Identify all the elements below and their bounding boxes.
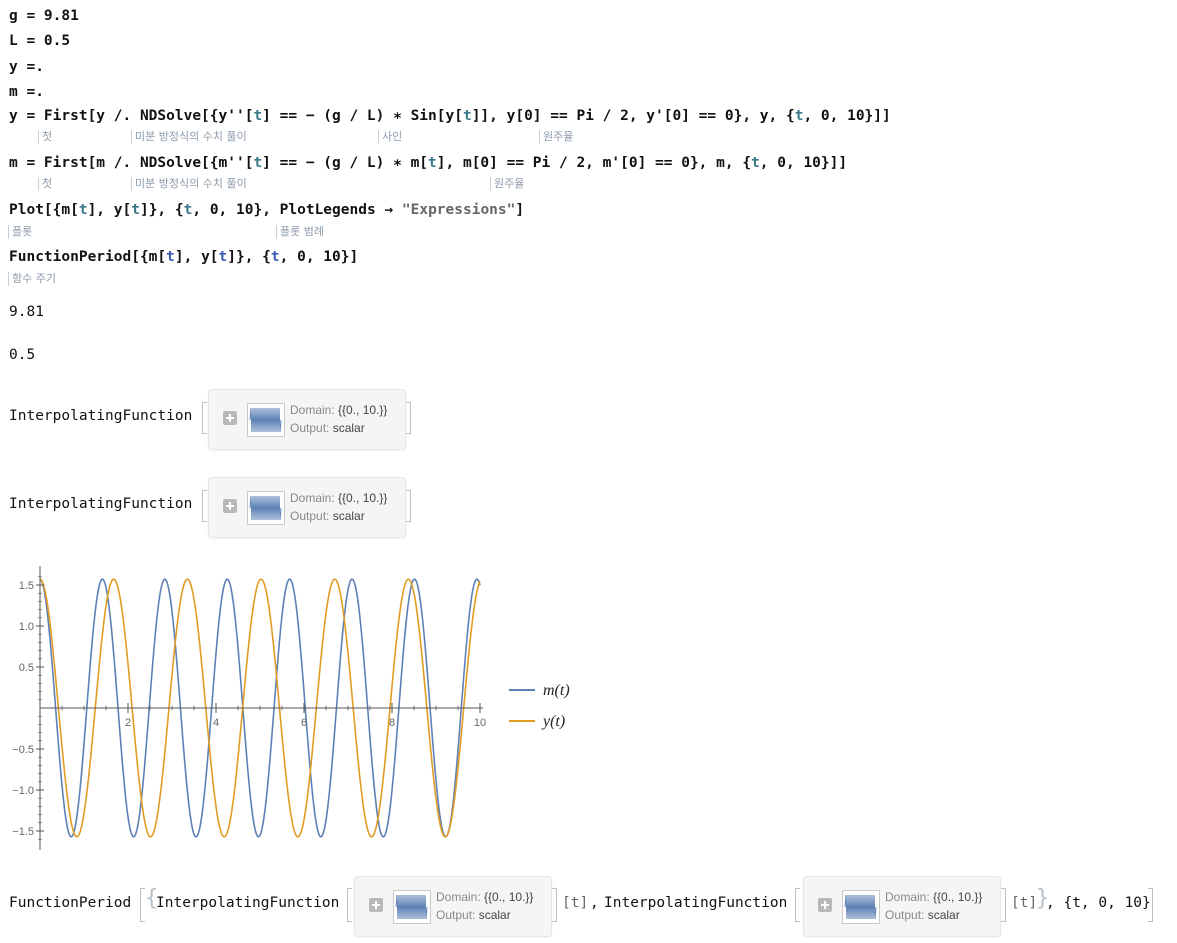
input-ndsolve-y[interactable]: y = First[y /. NDSolve[{y''[t] == − (g /… bbox=[9, 107, 891, 125]
interp-box-2[interactable]: Domain: {{0., 10.}} Output: scalar bbox=[208, 477, 406, 538]
interp-meta-1: Domain: {{0., 10.}} Output: scalar bbox=[290, 403, 388, 435]
interp-box-1[interactable]: Domain: {{0., 10.}} Output: scalar bbox=[208, 389, 406, 450]
bracket-open bbox=[202, 402, 207, 434]
hint-legend: 플롯 범례 bbox=[276, 225, 324, 239]
bracket-close bbox=[406, 402, 411, 434]
x-tick-label: 10 bbox=[474, 717, 486, 729]
hint-first: 첫 bbox=[38, 130, 52, 144]
y-tick-label: 1.0 bbox=[19, 621, 34, 633]
interp-label-2: InterpolatingFunction bbox=[9, 496, 193, 512]
interp-label-1: InterpolatingFunction bbox=[9, 408, 193, 424]
input-function-period[interactable]: FunctionPeriod[{m[t], y[t]}, {t, 0, 10}] bbox=[9, 248, 358, 266]
interp-box-4[interactable]: Domain: {{0., 10.}} Output: scalar bbox=[803, 876, 1001, 937]
interp-box-3[interactable]: Domain: {{0., 10.}} Output: scalar bbox=[354, 876, 552, 937]
expand-icon[interactable] bbox=[818, 898, 832, 912]
hint-ndsolve: 미분 방정식의 수치 풀이 bbox=[131, 130, 247, 144]
expand-icon[interactable] bbox=[223, 499, 237, 513]
bracket-open bbox=[795, 888, 800, 922]
interp-meta-2: Domain: {{0., 10.}} Output: scalar bbox=[290, 491, 388, 523]
hint-fperiod: 함수 주기 bbox=[8, 272, 56, 286]
y-tick-label: −0.5 bbox=[12, 744, 34, 756]
input-L[interactable]: L = 0.5 bbox=[9, 32, 70, 50]
x-tick-label: 6 bbox=[301, 717, 307, 729]
pendulum-plot[interactable]: 2 4 6 8 10 1.5 1.0 0.5 −0.5 −1.0 −1.5 m(t) y(t) bbox=[0, 560, 600, 855]
hint-ndsolve-2: 미분 방정식의 수치 풀이 bbox=[131, 177, 247, 191]
expand-icon[interactable] bbox=[369, 898, 383, 912]
waveform-icon bbox=[393, 890, 431, 924]
hint-plot: 플롯 bbox=[8, 225, 32, 239]
hint-pi: 원주율 bbox=[539, 130, 573, 144]
output-L: 0.5 bbox=[9, 347, 36, 363]
x-tick-label: 2 bbox=[125, 717, 131, 729]
bracket-close bbox=[552, 888, 557, 922]
comma: , bbox=[590, 895, 599, 911]
input-plot[interactable]: Plot[{m[t], y[t]}, {t, 0, 10}, PlotLegen… bbox=[9, 201, 524, 219]
interp-label-3: InterpolatingFunction bbox=[156, 895, 340, 911]
t-arg-2: [t] bbox=[1011, 895, 1038, 911]
x-tick-label: 4 bbox=[213, 717, 219, 729]
y-tick-label: −1.5 bbox=[12, 826, 34, 838]
interp-meta-4: Domain: {{0., 10.}} Output: scalar bbox=[885, 890, 983, 922]
t-arg-1: [t] bbox=[562, 895, 589, 911]
legend-label-m: m(t) bbox=[543, 682, 570, 699]
interp-meta-3: Domain: {{0., 10.}} Output: scalar bbox=[436, 890, 534, 922]
bracket-close bbox=[406, 490, 411, 522]
x-tick-label: 8 bbox=[389, 717, 395, 729]
y-tick-label: 1.5 bbox=[19, 580, 34, 592]
fp-head: FunctionPeriod bbox=[9, 895, 132, 911]
input-g[interactable]: g = 9.81 bbox=[9, 7, 79, 25]
output-g: 9.81 bbox=[9, 304, 44, 320]
bracket-close bbox=[1148, 888, 1153, 922]
waveform-icon bbox=[247, 491, 285, 525]
y-tick-label: −1.0 bbox=[12, 785, 34, 797]
legend-label-y: y(t) bbox=[541, 713, 565, 730]
expand-icon[interactable] bbox=[223, 411, 237, 425]
input-clear-m[interactable]: m =. bbox=[9, 83, 44, 101]
y-tick-label: 0.5 bbox=[19, 662, 34, 674]
interp-label-4: InterpolatingFunction bbox=[604, 895, 788, 911]
bracket-open bbox=[202, 490, 207, 522]
input-ndsolve-m[interactable]: m = First[m /. NDSolve[{m''[t] == − (g /… bbox=[9, 154, 847, 172]
hint-sine: 사인 bbox=[378, 130, 402, 144]
hint-pi-2: 원주율 bbox=[490, 177, 524, 191]
input-clear-y[interactable]: y =. bbox=[9, 58, 44, 76]
range-arg: , {t, 0, 10} bbox=[1046, 895, 1151, 911]
waveform-icon bbox=[247, 403, 285, 437]
bracket-close bbox=[1001, 888, 1006, 922]
waveform-icon bbox=[842, 890, 880, 924]
bracket-open bbox=[347, 888, 352, 922]
hint-first-2: 첫 bbox=[38, 177, 52, 191]
